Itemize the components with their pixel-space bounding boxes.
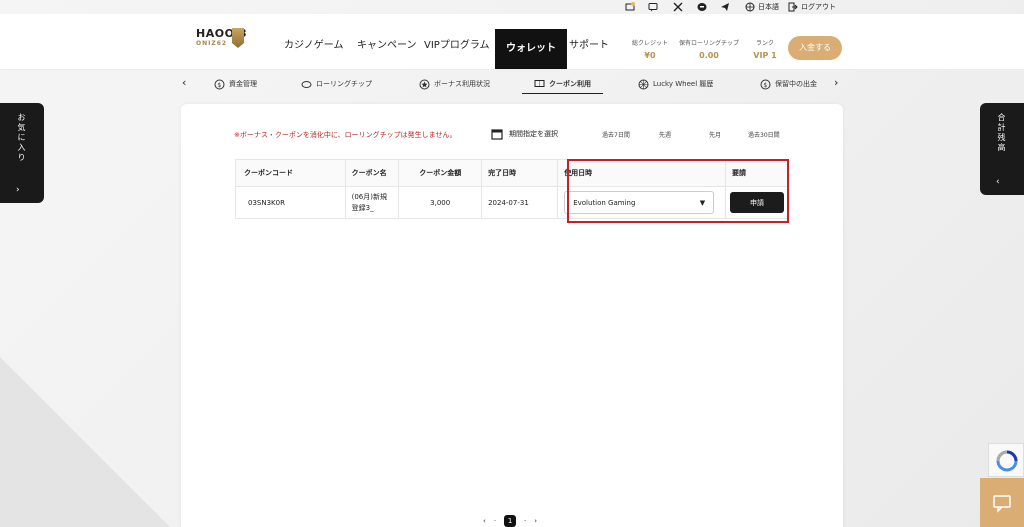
- svg-text:$: $: [217, 81, 221, 88]
- logout-link[interactable]: ログアウト: [788, 2, 836, 12]
- table-row: 03SN3K0R (06月)新規登録3_ 3,000 2024-07-31 Ev…: [235, 186, 790, 219]
- page-dot-icon: ·: [493, 517, 497, 525]
- game-provider-select[interactable]: Evolution Gaming ▼: [564, 191, 715, 214]
- subnav-rolling-chip[interactable]: ローリングチップ: [301, 74, 372, 94]
- total-balance-label: 合計残高: [997, 113, 1006, 153]
- x-twitter-icon[interactable]: [673, 2, 683, 12]
- recaptcha-icon: [996, 450, 1018, 472]
- chip-icon: [301, 80, 312, 88]
- caret-down-icon: ▼: [699, 198, 706, 207]
- subnav-label: クーポン利用: [549, 79, 591, 88]
- header-request: 要請: [724, 159, 790, 187]
- recaptcha-badge: [988, 443, 1024, 477]
- chat-icon: [993, 494, 1011, 513]
- logo-subtext: ONIZ62: [196, 40, 228, 47]
- wheel-icon: [638, 79, 649, 89]
- globe-icon: [745, 2, 755, 12]
- svg-text:$: $: [763, 81, 767, 88]
- notification-icon[interactable]: [625, 2, 635, 12]
- message-icon[interactable]: [648, 2, 658, 12]
- ticket-icon: [534, 80, 545, 87]
- apply-cell: 申請: [724, 186, 790, 219]
- period-selector[interactable]: 期間指定を選択: [491, 128, 558, 140]
- telegram-icon[interactable]: [720, 2, 730, 12]
- favorites-tab[interactable]: お気に入り ›: [0, 103, 44, 203]
- rank-label: ランク: [755, 40, 774, 47]
- total-balance-tab[interactable]: 合計残高 ‹: [980, 103, 1024, 195]
- rolling-chip-value: 0.00: [699, 51, 719, 60]
- range-last-7-days[interactable]: 過去7日間: [602, 130, 630, 139]
- coupon-name-cell: (06月)新規登録3_: [344, 186, 400, 219]
- page-prev-icon[interactable]: ‹: [483, 517, 486, 525]
- subnav-fund-management[interactable]: $ 資金管理: [214, 74, 257, 94]
- header-coupon-code: クーポンコード: [235, 159, 346, 187]
- apply-button[interactable]: 申請: [729, 192, 784, 213]
- bonus-notice: ※ボーナス・クーポンを消化中に、ローリングチップは発生しません。: [234, 131, 457, 139]
- page-dot-icon: ·: [524, 517, 527, 525]
- header-coupon-name: クーポン名: [344, 159, 400, 187]
- logout-label: ログアウト: [801, 3, 836, 11]
- utility-bar: 日本語 ログアウト: [0, 0, 1024, 14]
- coin-icon: $: [214, 79, 225, 89]
- subnav-label: 資金管理: [229, 80, 257, 88]
- chat-button[interactable]: [980, 478, 1024, 527]
- nav-wallet[interactable]: ウォレット: [495, 29, 567, 69]
- language-switch[interactable]: 日本語: [745, 2, 779, 12]
- game-provider-cell: Evolution Gaming ▼: [557, 186, 726, 219]
- subnav-next-icon[interactable]: ›: [834, 76, 838, 89]
- rank: ランク VIP 1: [750, 38, 780, 60]
- coupon-code-cell: 03SN3K0R: [235, 186, 346, 219]
- range-last-month[interactable]: 先月: [709, 130, 721, 139]
- period-label: 期間指定を選択: [509, 130, 558, 138]
- header-usage-date: 使用日時: [557, 159, 726, 187]
- rank-value: VIP 1: [753, 51, 777, 60]
- deposit-button[interactable]: 入金する: [788, 36, 842, 60]
- header-completion-date: 完了日時: [481, 159, 559, 187]
- language-label: 日本語: [758, 3, 779, 11]
- subnav-label: ボーナス利用状況: [434, 80, 490, 88]
- nav-campaign[interactable]: キャンペーン: [357, 38, 417, 54]
- range-last-30-days[interactable]: 過去30日間: [748, 130, 780, 139]
- total-credit: 総クレジット ¥0: [628, 38, 672, 60]
- completion-date-cell: 2024-07-31: [481, 186, 559, 219]
- nav-support[interactable]: サポート: [569, 38, 609, 54]
- subnav-pending-withdrawal[interactable]: $ 保留中の出金: [760, 74, 817, 94]
- calendar-icon: [491, 129, 503, 140]
- page-current[interactable]: 1: [504, 515, 517, 527]
- coin-icon: $: [760, 79, 771, 89]
- chevron-left-icon: ‹: [996, 177, 1000, 187]
- total-credit-label: 総クレジット: [631, 40, 668, 47]
- subnav-coupon-usage[interactable]: クーポン利用: [522, 74, 603, 94]
- subnav-bonus-usage[interactable]: ボーナス利用状況: [419, 74, 490, 94]
- subnav-label: Lucky Wheel 履歴: [653, 80, 714, 88]
- subnav-label: 保留中の出金: [775, 80, 817, 88]
- rolling-chip-label: 保有ローリングチップ: [678, 40, 739, 47]
- coupon-amount-cell: 3,000: [398, 186, 483, 219]
- line-icon[interactable]: [697, 2, 707, 12]
- nav-vip-program[interactable]: VIPプログラム: [424, 38, 490, 54]
- chevron-right-icon: ›: [16, 185, 20, 195]
- nav-casino-games[interactable]: カジノゲーム: [284, 38, 344, 54]
- background-triangle: [0, 357, 170, 527]
- total-credit-value: ¥0: [644, 51, 656, 60]
- subnav-lucky-wheel[interactable]: Lucky Wheel 履歴: [638, 74, 713, 94]
- page-next-icon[interactable]: ›: [534, 517, 537, 525]
- logout-icon: [788, 2, 798, 12]
- header-coupon-amount: クーポン金額: [398, 159, 483, 187]
- star-badge-icon: [419, 79, 430, 89]
- subnav-prev-icon[interactable]: ‹: [182, 76, 186, 89]
- range-last-week[interactable]: 先週: [659, 130, 671, 139]
- coupon-table: クーポンコード クーポン名 クーポン金額 完了日時 使用日時 要請 03SN3K…: [235, 159, 790, 219]
- pagination: ‹ · 1 · ›: [483, 515, 537, 527]
- favorites-label: お気に入り: [17, 113, 26, 163]
- subnav-label: ローリングチップ: [316, 80, 372, 88]
- selected-provider: Evolution Gaming: [573, 198, 636, 207]
- wallet-subnav: ‹ $ 資金管理 ローリングチップ ボーナス利用状況 クーポン利用 Lucky …: [0, 70, 1024, 96]
- table-header-row: クーポンコード クーポン名 クーポン金額 完了日時 使用日時 要請: [235, 159, 790, 187]
- rolling-chip: 保有ローリングチップ 0.00: [674, 38, 744, 60]
